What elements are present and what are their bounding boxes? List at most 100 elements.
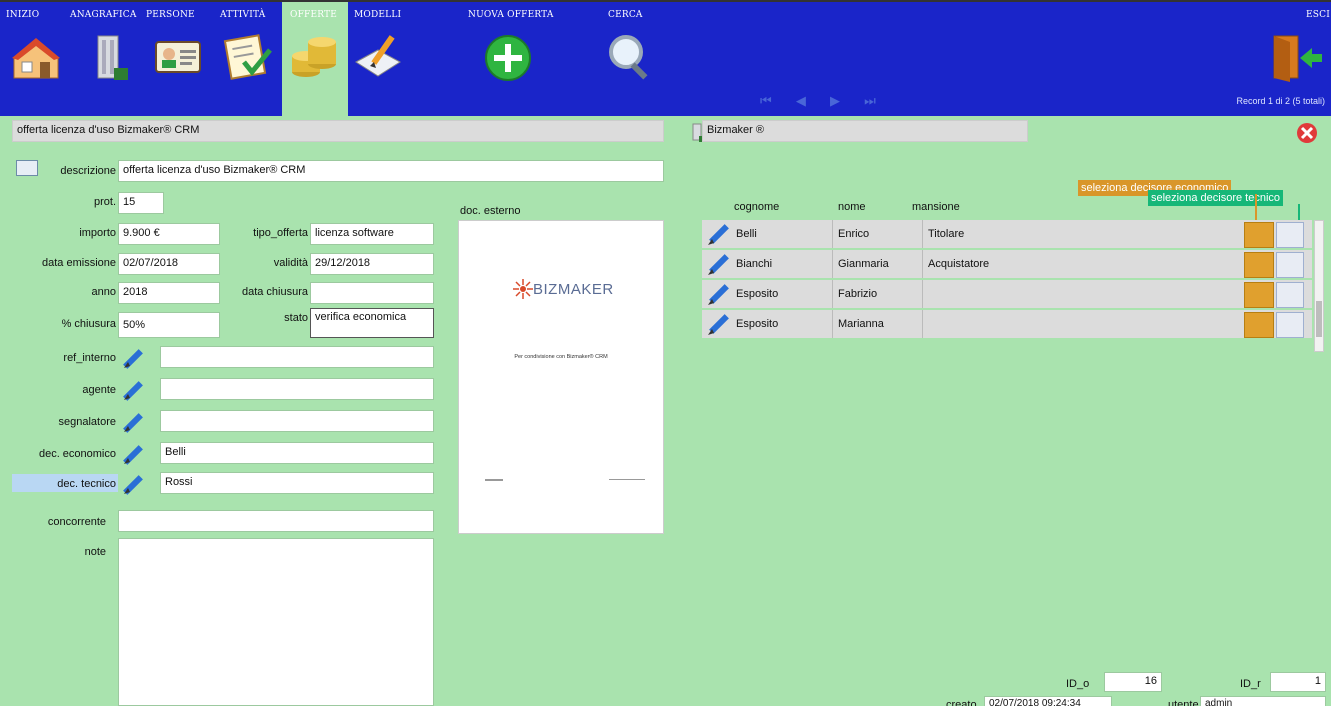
title-field[interactable]: offerta licenza d'uso Bizmaker® CRM (12, 120, 664, 142)
dec-tecnico-field[interactable]: Rossi (160, 472, 434, 494)
close-icon[interactable] (1296, 122, 1318, 144)
column-divider (832, 310, 833, 338)
cell-nome: Enrico (838, 228, 870, 240)
tipo-offerta-field[interactable]: licenza software (310, 223, 434, 245)
technical-tag-connector (1298, 204, 1300, 220)
cell-cognome: Bianchi (736, 258, 773, 270)
utente-field: admin (1200, 696, 1326, 706)
economic-tag-connector (1255, 194, 1257, 220)
doc-esterno-preview[interactable]: BIZMAKER Per condivisione con Bizmaker® … (458, 220, 664, 534)
concorrente-field[interactable] (118, 510, 434, 532)
cell-nome: Fabrizio (838, 288, 878, 300)
doc-footer-line (609, 479, 645, 480)
doc-signature-mark (485, 479, 503, 481)
prot-label: prot. (93, 196, 116, 208)
note-textarea[interactable] (118, 538, 434, 706)
select-technical-button[interactable] (1276, 282, 1304, 308)
nav-offerte[interactable]: Offerte (282, 2, 348, 116)
dec-economico-field[interactable]: Belli (160, 442, 434, 464)
doc-brand-text: BIZMAKER (533, 281, 614, 298)
data-chiusura-field[interactable] (310, 282, 434, 304)
select-economic-button[interactable] (1244, 282, 1274, 308)
nav-inizio-label: Inizio (6, 10, 40, 20)
segnalatore-label: segnalatore (58, 416, 117, 428)
nav-attivita-label: Attività (220, 10, 266, 20)
nav-persone-label: Persone (146, 10, 195, 20)
plus-circle-icon (485, 35, 531, 81)
col-mansione: mansione (912, 201, 960, 213)
data-chiusura-label: data chiusura (241, 286, 308, 298)
segnalatore-pencil-icon[interactable] (120, 410, 148, 434)
edit-pencil-icon[interactable] (706, 253, 732, 277)
creato-label: creato (946, 699, 977, 706)
prot-field[interactable]: 15 (118, 192, 164, 214)
importo-field[interactable]: 9.900 € (118, 223, 220, 245)
anno-label: anno (91, 286, 116, 298)
agente-pencil-icon[interactable] (120, 378, 148, 402)
nav-modelli[interactable]: Modelli (348, 2, 408, 116)
search-button[interactable]: Cerca (600, 2, 660, 116)
nav-anagrafica[interactable]: Anagrafica (64, 2, 142, 116)
nav-persone[interactable]: Persone (142, 2, 216, 116)
cell-nome: Marianna (838, 318, 884, 330)
column-divider (922, 310, 923, 338)
document-pencil-icon (355, 35, 401, 77)
select-technical-button[interactable] (1276, 312, 1304, 338)
edit-pencil-icon[interactable] (706, 283, 732, 307)
checkbox-icon[interactable] (16, 160, 38, 176)
dec-economico-pencil-icon[interactable] (120, 442, 148, 466)
dec-tecnico-label: dec. tecnico (57, 478, 116, 490)
nav-modelli-label: Modelli (354, 10, 402, 20)
table-row[interactable]: Bianchi Gianmaria Acquistatore (702, 250, 1312, 280)
column-divider (922, 220, 923, 248)
stato-select[interactable]: verifica economica (310, 308, 434, 338)
select-technical-button[interactable] (1276, 252, 1304, 278)
table-row[interactable]: Belli Enrico Titolare (702, 220, 1312, 250)
select-economic-button[interactable] (1244, 312, 1274, 338)
cell-cognome: Esposito (736, 288, 779, 300)
anno-field[interactable]: 2018 (118, 282, 220, 304)
cell-cognome: Belli (736, 228, 757, 240)
new-offer-button[interactable]: Nuova offerta (468, 2, 568, 116)
company-field[interactable]: Bizmaker ® (702, 120, 1028, 142)
scrollbar-thumb[interactable] (1316, 301, 1322, 337)
data-emissione-field[interactable]: 02/07/2018 (118, 253, 220, 275)
table-row[interactable]: Esposito Fabrizio (702, 280, 1312, 310)
id-o-label: ID_o (1066, 678, 1090, 690)
new-offer-label: Nuova offerta (468, 10, 554, 20)
exit-door-icon (1273, 35, 1322, 82)
ref-interno-pencil-icon[interactable] (120, 346, 148, 370)
ref-interno-field[interactable] (160, 346, 434, 368)
validita-field[interactable]: 29/12/2018 (310, 253, 434, 275)
agente-field[interactable] (160, 378, 434, 400)
table-row[interactable]: Esposito Marianna (702, 310, 1312, 340)
data-emissione-label: data emissione (42, 257, 116, 269)
concorrente-label: concorrente (47, 516, 106, 528)
descrizione-field[interactable]: offerta licenza d'uso Bizmaker® CRM (118, 160, 664, 182)
doc-esterno-label: doc. esterno (460, 205, 521, 217)
nav-attivita[interactable]: Attività (216, 2, 282, 116)
col-cognome: cognome (734, 201, 780, 213)
dec-tecnico-pencil-icon[interactable] (120, 472, 148, 496)
agente-label: agente (82, 384, 116, 396)
checklist-icon (223, 34, 272, 80)
table-scrollbar[interactable] (1314, 220, 1324, 352)
select-economic-button[interactable] (1244, 222, 1274, 248)
bizmaker-logo-icon (513, 279, 533, 299)
edit-pencil-icon[interactable] (706, 313, 732, 337)
column-divider (832, 280, 833, 308)
coins-icon (292, 37, 336, 77)
chiusura-field[interactable]: 50% (118, 312, 220, 338)
building-icon (97, 35, 128, 80)
record-pager[interactable]: ⏮ ◀ ▶ ⏭ (760, 94, 886, 109)
segnalatore-field[interactable] (160, 410, 434, 432)
select-technical-button[interactable] (1276, 222, 1304, 248)
col-nome: nome (838, 201, 866, 213)
edit-pencil-icon[interactable] (706, 223, 732, 247)
nav-offerte-label: Offerte (290, 10, 338, 20)
search-label: Cerca (608, 10, 643, 20)
nav-inizio[interactable]: Inizio (0, 2, 64, 116)
id-o-field: 16 (1104, 672, 1162, 692)
select-economic-button[interactable] (1244, 252, 1274, 278)
cell-nome: Gianmaria (838, 258, 889, 270)
